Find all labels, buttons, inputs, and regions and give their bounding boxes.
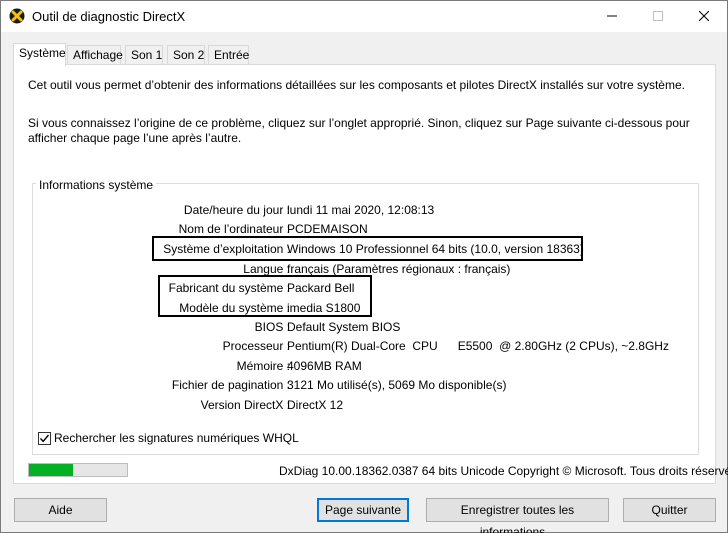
info-value: 4096MB RAM	[287, 359, 362, 373]
info-value: Packard Bell	[287, 281, 355, 295]
info-value: Default System BIOS	[287, 320, 401, 334]
info-value: PCDEMAISON	[287, 222, 368, 236]
title-bar[interactable]: Outil de diagnostic DirectX	[1, 1, 727, 32]
info-key: Système d’exploitation :	[163, 242, 290, 256]
copyright-text: DxDiag 10.00.18362.0387 64 bits Unicode …	[279, 464, 728, 478]
info-row-os: Système d’exploitation : Windows 10 Prof…	[14, 242, 714, 258]
window-title: Outil de diagnostic DirectX	[32, 9, 186, 24]
close-button[interactable]	[681, 1, 727, 31]
tab-strip: Système Affichage Son 1 Son 2 Entrée	[13, 43, 713, 66]
info-row-date: Date/heure du jour : lundi 11 mai 2020, …	[14, 203, 714, 219]
whql-checkbox-row[interactable]: Rechercher les signatures numériques WHQ…	[38, 431, 299, 445]
info-value: imedia S1800	[287, 301, 361, 315]
info-value: Pentium(R) Dual-Core CPU E5500 @ 2.80GHz…	[287, 339, 669, 353]
info-row-manufacturer: Fabricant du système : Packard Bell	[14, 281, 714, 297]
info-key: Langue :	[243, 262, 290, 276]
tab-affichage[interactable]: Affichage	[67, 45, 123, 65]
intro-text-2: Si vous connaissez l’origine de ce probl…	[28, 116, 690, 145]
info-value: lundi 11 mai 2020, 12:08:13	[287, 203, 435, 217]
info-row-computer-name: Nom de l’ordinateur : PCDEMAISON	[14, 222, 714, 238]
tab-son-1[interactable]: Son 1	[125, 45, 163, 65]
checkmark-icon	[39, 434, 50, 442]
system-info-group-label: Informations système	[36, 178, 157, 192]
info-key: Modèle du système :	[179, 301, 290, 315]
info-key: BIOS :	[254, 320, 290, 334]
info-value: Windows 10 Professionnel 64 bits (10.0, …	[287, 242, 584, 256]
info-key: Nom de l’ordinateur :	[178, 222, 290, 236]
quit-button[interactable]: Quitter	[623, 498, 716, 522]
info-row-pagefile: Fichier de pagination : 3121 Mo utilisé(…	[14, 378, 714, 394]
info-row-memory: Mémoire : 4096MB RAM	[14, 359, 714, 375]
save-all-info-button[interactable]: Enregistrer toutes les informations...	[426, 498, 609, 533]
info-key: Fichier de pagination :	[171, 378, 290, 392]
tab-son-2[interactable]: Son 2	[167, 45, 205, 65]
tab-entree[interactable]: Entrée	[208, 45, 249, 65]
whql-checkbox[interactable]	[38, 431, 51, 445]
next-page-button[interactable]: Page suivante	[317, 498, 409, 522]
info-row-processor: Processeur : Pentium(R) Dual-Core CPU E5…	[14, 339, 714, 355]
maximize-button[interactable]	[635, 1, 681, 31]
dxdiag-window: Outil de diagnostic DirectX Système Affi…	[0, 0, 728, 533]
system-tab-panel: Cet outil vous permet d’obtenir des info…	[13, 64, 716, 484]
info-key: Processeur :	[222, 339, 290, 353]
close-icon	[699, 11, 709, 21]
whql-checkbox-label[interactable]: Rechercher les signatures numériques WHQ…	[54, 431, 299, 445]
minimize-icon	[607, 15, 617, 17]
info-row-language: Langue : français (Paramètres régionaux …	[14, 262, 714, 278]
info-row-bios: BIOS : Default System BIOS	[14, 320, 714, 336]
help-button[interactable]: Aide	[14, 498, 107, 522]
info-value: 3121 Mo utilisé(s), 5069 Mo disponible(s…	[287, 378, 507, 392]
info-row-model: Modèle du système : imedia S1800	[14, 301, 714, 317]
info-row-directx-version: Version DirectX : DirectX 12	[14, 398, 714, 414]
progress-fill	[29, 464, 73, 476]
info-key: Version DirectX :	[200, 398, 290, 412]
info-key: Date/heure du jour :	[183, 203, 290, 217]
progress-bar	[28, 463, 128, 477]
info-value: français (Paramètres régionaux : françai…	[287, 262, 511, 276]
tab-systeme[interactable]: Système	[13, 43, 66, 66]
minimize-button[interactable]	[589, 1, 635, 31]
intro-text-1: Cet outil vous permet d’obtenir des info…	[28, 78, 685, 92]
directx-app-icon	[9, 8, 25, 24]
info-value: DirectX 12	[287, 398, 344, 412]
info-key: Fabricant du système :	[168, 281, 290, 295]
info-key: Mémoire :	[236, 359, 290, 373]
maximize-icon	[653, 11, 663, 21]
